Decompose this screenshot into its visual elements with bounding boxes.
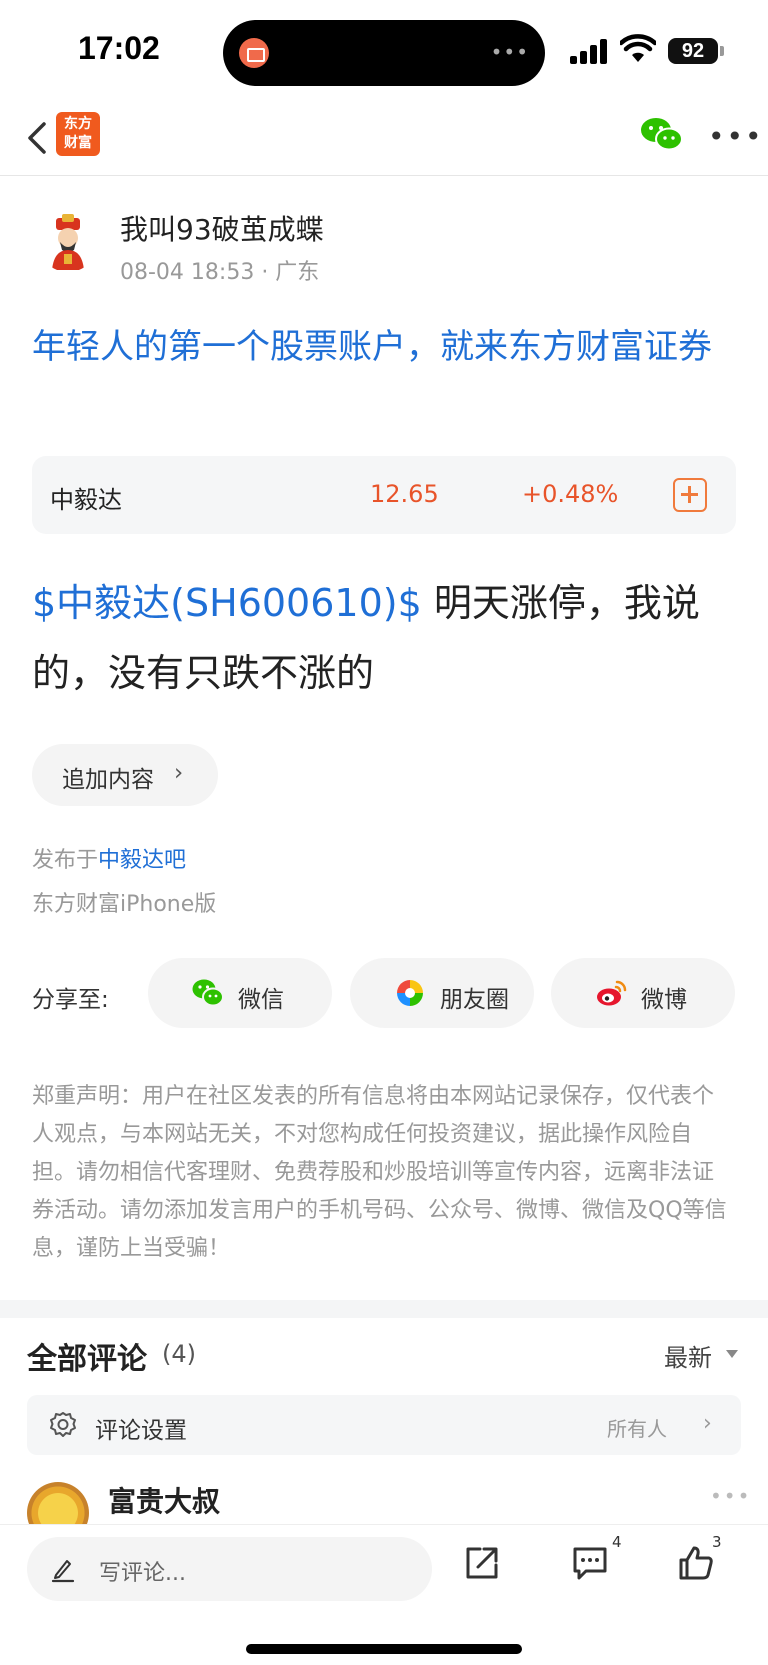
comment-icon[interactable] [570, 1543, 610, 1583]
section-divider [0, 1300, 768, 1318]
comment-more-icon[interactable]: ••• [710, 1484, 751, 1508]
comment-settings-row[interactable]: 评论设置 所有人 › [27, 1395, 741, 1455]
mail-app-icon [239, 38, 269, 68]
chevron-right-icon: › [174, 760, 184, 786]
comments-title: 全部评论 [27, 1342, 147, 1377]
append-content-button[interactable]: 追加内容 › [32, 744, 218, 806]
weibo-icon [597, 980, 627, 1006]
wifi-icon [620, 34, 656, 62]
share-moments-label: 朋友圈 [440, 987, 509, 1013]
pen-icon [51, 1560, 75, 1583]
gear-icon [50, 1412, 76, 1437]
post-body: $中毅达(SH600610)$ 明天涨停，我说的，没有只跌不涨的 [32, 568, 742, 708]
sort-dropdown[interactable]: 最新 [664, 1338, 712, 1373]
cellular-signal-icon [570, 38, 610, 64]
like-count-badge: 3 [712, 1533, 722, 1551]
share-weibo-label: 微博 [641, 987, 687, 1013]
back-icon[interactable] [24, 118, 54, 158]
share-wechat-button[interactable]: 微信 [148, 958, 332, 1028]
client-source: 东方财富iPhone版 [32, 892, 217, 917]
home-indicator[interactable] [246, 1644, 522, 1654]
comments-count: (4) [162, 1340, 196, 1368]
stock-price: 12.65 [370, 480, 439, 508]
stock-bar-link[interactable]: 中毅达吧 [98, 848, 186, 873]
caret-down-icon[interactable] [726, 1350, 738, 1358]
island-more-icon: ••• [490, 40, 529, 64]
app-logo: 东方 财富 [56, 112, 100, 156]
post-meta: 08-04 18:53 · 广东 [120, 260, 320, 285]
share-wechat-label: 微信 [238, 987, 284, 1013]
nav-bar: 东方 财富 ••• [0, 100, 768, 176]
share-moments-button[interactable]: 朋友圈 [350, 958, 534, 1028]
dynamic-island[interactable]: ••• [223, 20, 545, 86]
battery-tip [720, 46, 724, 56]
author-name[interactable]: 我叫93破茧成蝶 [120, 208, 324, 248]
chevron-right-icon: › [703, 1411, 712, 1436]
status-bar: 17:02 ••• 92 [0, 0, 768, 100]
status-time: 17:02 [78, 30, 160, 66]
ad-link[interactable]: 年轻人的第一个股票账户，就来东方财富证券 [32, 320, 742, 374]
append-label: 追加内容 [62, 767, 154, 793]
comment-placeholder: 写评论... [99, 1561, 186, 1586]
disclaimer: 郑重声明：用户在社区发表的所有信息将由本网站记录保存，仅代表个人观点，与本网站无… [32, 1084, 727, 1261]
comment-settings-label: 评论设置 [95, 1418, 187, 1444]
stock-change: +0.48% [522, 480, 619, 508]
wechat-icon [192, 979, 224, 1007]
share-icon[interactable] [462, 1543, 502, 1583]
stock-name: 中毅达 [50, 486, 122, 514]
logo-line-1: 东方 [64, 116, 92, 132]
battery-indicator: 92 [668, 38, 718, 64]
comment-count-badge: 4 [612, 1533, 622, 1551]
more-options-icon[interactable]: ••• [708, 120, 764, 153]
stock-quote-card[interactable]: 中毅达 12.65 +0.48% [32, 456, 736, 534]
author-avatar[interactable] [38, 212, 98, 272]
share-label: 分享至: [32, 987, 109, 1013]
stock-tag-link[interactable]: $中毅达(SH600610)$ [32, 581, 422, 625]
wechat-share-icon[interactable] [640, 116, 684, 152]
share-weibo-button[interactable]: 微博 [551, 958, 735, 1028]
write-comment-input[interactable]: 写评论... [27, 1537, 432, 1601]
thumbs-up-icon[interactable] [676, 1543, 716, 1583]
add-watchlist-icon[interactable] [673, 478, 707, 512]
published-prefix: 发布于 [32, 848, 99, 873]
moments-icon [397, 980, 423, 1006]
comment-settings-value: 所有人 [607, 1417, 667, 1441]
commenter-name[interactable]: 富贵大叔 [108, 1480, 220, 1520]
published-in: 发布于中毅达吧 [32, 842, 186, 874]
logo-line-2: 财富 [64, 135, 92, 151]
